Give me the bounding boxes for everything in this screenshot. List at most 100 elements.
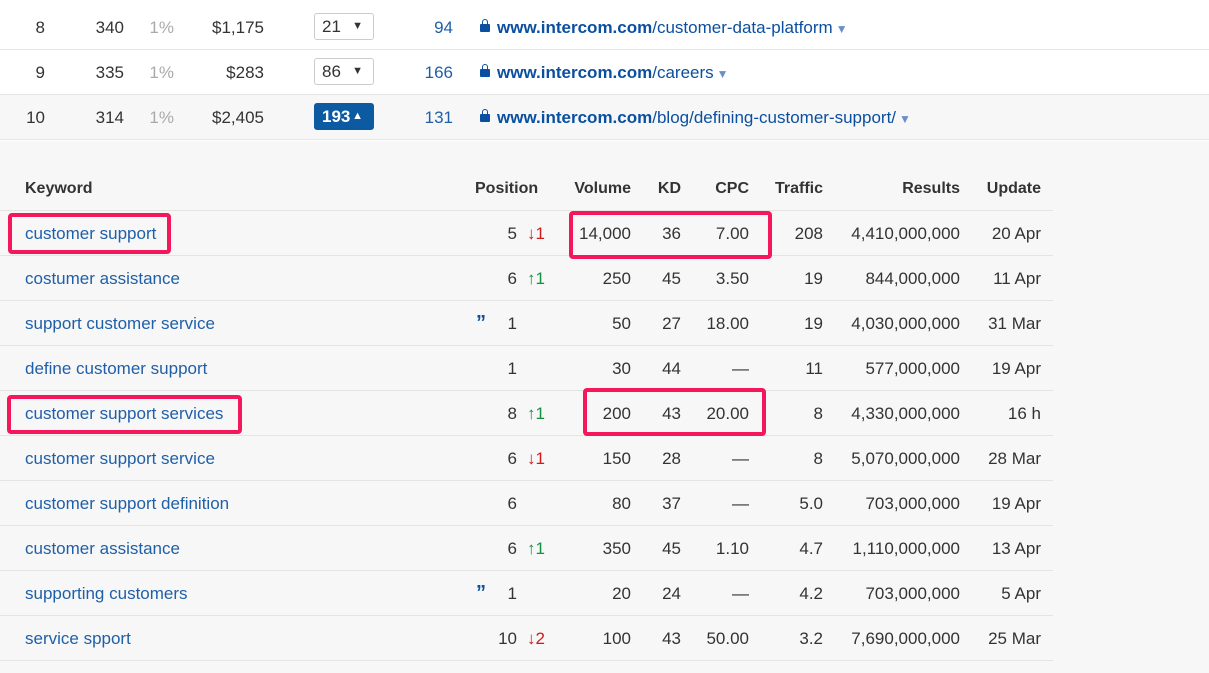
position-change: ↓1 [527,211,545,256]
update: 13 Apr [991,539,1041,558]
keywords-dropdown-button[interactable]: 21 ▼ [314,13,374,40]
keywords-count: 314 [95,108,124,127]
position-change: ↑1 [527,526,545,571]
kd: 27 [662,314,681,333]
keyword-link[interactable]: customer support service [25,436,215,481]
position: 1 [507,359,517,378]
lock-icon [480,64,490,77]
results: 703,000,000 [865,494,960,513]
position: 6 [507,494,517,513]
url-menu-caret-icon[interactable]: ▼ [899,112,911,126]
kd: 37 [662,494,681,513]
keyword-link[interactable]: customer support definition [25,481,229,526]
keyword-link[interactable]: support customer service [25,301,215,346]
results: 703,000,000 [865,584,960,603]
header-update[interactable]: Update [987,166,1041,211]
cpc: — [732,359,749,378]
referring-domains-link[interactable]: 131 [425,95,453,140]
highlight-box [8,213,171,254]
arrow-up-icon: ↑ [527,404,536,423]
arrow-up-icon: ↑ [527,269,536,288]
keywords-dropdown-count: 86 [322,62,341,81]
kd: 24 [662,584,681,603]
header-keyword[interactable]: Keyword [25,166,93,211]
volume: 350 [602,539,631,558]
results: 4,410,000,000 [851,224,960,243]
results: 4,330,000,000 [851,404,960,423]
position-change: ↓1 [527,436,545,481]
update: 28 Mar [988,449,1041,468]
page-row: 10 314 1% $2,405 193 ▲ 131 www.intercom.com/blo… [0,95,1209,140]
keyword-row: service spport 10 ↓2 100 43 50.00 3.2 7,690,000… [0,616,1053,661]
rank: 8 [35,18,45,37]
keyword-row: support customer service ” 1 50 27 18.00 19 4,0… [0,301,1053,346]
cpc: 18.00 [706,314,749,333]
header-traffic[interactable]: Traffic [775,166,823,211]
cpc: — [732,449,749,468]
keywords-count: 335 [95,63,124,82]
keywords-dropdown-count: 193 [322,107,351,126]
cpc: — [732,494,749,513]
kd: 45 [662,539,681,558]
traffic-share: 1% [149,108,174,127]
keyword-link[interactable]: costumer assistance [25,256,180,301]
position-change-value: 2 [535,629,545,648]
traffic-value: $1,175 [212,18,264,37]
header-cpc[interactable]: CPC [715,166,749,211]
cpc: 3.50 [715,269,749,288]
keyword-link[interactable]: service spport [25,616,131,661]
volume: 250 [602,269,631,288]
header-position[interactable]: Position [475,166,538,211]
keywords-count: 340 [95,18,124,37]
position-change: ↑1 [527,391,545,436]
keywords-dropdown-button[interactable]: 193 ▲ [314,103,374,130]
page-url-link[interactable]: www.intercom.com/blog/defining-customer-… [480,95,911,142]
keyword-row: customer support service 6 ↓1 150 28 — 8 5,070,… [0,436,1053,481]
header-volume[interactable]: Volume [574,166,631,211]
position-change: ↓2 [527,616,545,661]
keyword-link[interactable]: customer assistance [25,526,180,571]
position-change-value: 1 [535,224,545,243]
page-url-link[interactable]: www.intercom.com/customer-data-platform ▼ [480,5,848,52]
position-change-value: 1 [535,449,545,468]
arrow-up-icon: ↑ [527,539,536,558]
traffic: 5.0 [799,494,823,513]
keyword-row: supporting customers ” 1 20 24 — 4.2 703,000,00… [0,571,1053,616]
page-url-link[interactable]: www.intercom.com/careers ▼ [480,50,729,97]
referring-domains-link[interactable]: 166 [425,50,453,95]
cpc: 1.10 [715,539,749,558]
position-change: ↑1 [527,256,545,301]
rank: 9 [35,63,45,82]
keyword-row: define customer support 1 30 44 — 11 577,000,0… [0,346,1053,391]
position: 5 [507,224,517,243]
header-kd[interactable]: KD [658,166,681,211]
arrow-down-icon: ↓ [527,224,536,243]
header-results[interactable]: Results [902,166,960,211]
position: 8 [507,404,517,423]
position-change-value: 1 [535,404,545,423]
url-menu-caret-icon[interactable]: ▼ [717,67,729,81]
traffic-share: 1% [149,18,174,37]
keyword-row: customer support definition 6 80 37 — 5.0 703,… [0,481,1053,526]
keyword-link[interactable]: define customer support [25,346,207,391]
position-change-value: 1 [535,269,545,288]
traffic: 208 [794,224,823,243]
url-menu-caret-icon[interactable]: ▼ [836,22,848,36]
results: 1,110,000,000 [852,539,960,558]
featured-snippet-icon: ” [476,312,486,334]
update: 5 Apr [1001,584,1041,603]
traffic-value: $283 [226,63,264,82]
keyword-link[interactable]: supporting customers [25,571,188,616]
keywords-dropdown-count: 21 [322,17,341,36]
highlight-box [569,211,772,259]
results: 577,000,000 [865,359,960,378]
position: 6 [507,539,517,558]
caret-up-icon: ▲ [352,110,363,122]
kd: 45 [662,269,681,288]
referring-domains-link[interactable]: 94 [434,5,453,50]
featured-snippet-icon: ” [476,582,486,604]
keywords-dropdown-button[interactable]: 86 ▼ [314,58,374,85]
results: 4,030,000,000 [851,314,960,333]
cpc: — [732,584,749,603]
url-domain: www.intercom.com [497,18,653,37]
